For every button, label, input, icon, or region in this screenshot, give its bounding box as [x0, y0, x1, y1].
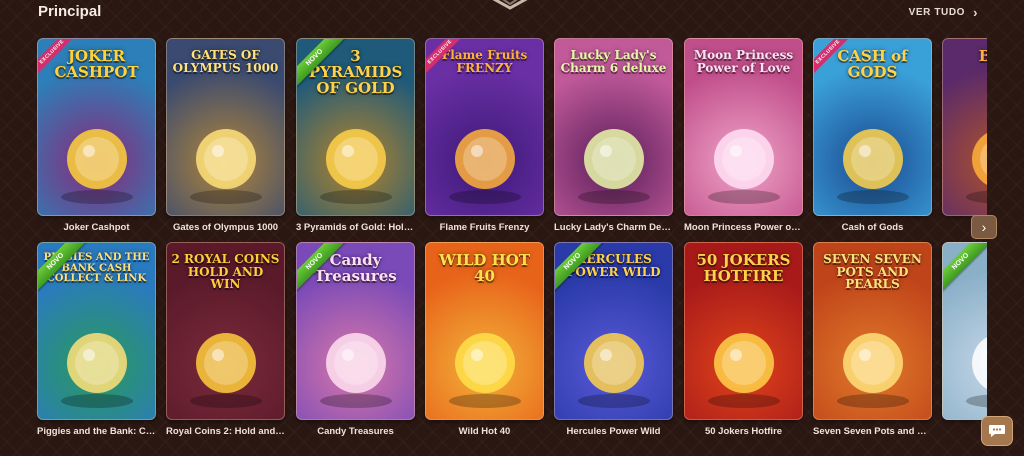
- game-artwork: [965, 336, 987, 408]
- game-tile[interactable]: Lucky Lady's Charm 6 deluxe Lucky Lady's …: [554, 38, 673, 233]
- game-logo: Lucky Lady's Charm 6 deluxe: [560, 48, 667, 75]
- chat-button[interactable]: [981, 416, 1013, 446]
- game-thumbnail[interactable]: SEVEN SEVEN POTS AND PEARLS: [813, 242, 932, 420]
- chevron-right-icon: ›: [981, 219, 987, 235]
- game-logo: CASH of GODS: [837, 47, 908, 81]
- game-artwork: [189, 129, 262, 204]
- game-logo: BO H: [947, 48, 987, 65]
- game-tile[interactable]: 50 JOKERS HOTFIRE 50 Jokers Hotfire: [684, 242, 803, 437]
- see-all-label: VER TUDO: [908, 7, 966, 18]
- game-thumbnail[interactable]: HERCULES POWER WILD NOVO: [554, 242, 673, 420]
- game-logo: SEVEN SEVEN POTS AND PEARLS: [823, 252, 922, 292]
- game-thumbnail[interactable]: CASH of GODS EXCLUSIVE: [813, 38, 932, 216]
- game-title[interactable]: Royal Coins 2: Hold and Win: [166, 426, 285, 437]
- game-thumbnail[interactable]: Moon Princess Power of Love: [684, 38, 803, 216]
- game-artwork: [60, 333, 133, 408]
- game-logo: Flame Fruits FRENZY: [441, 48, 528, 75]
- game-title[interactable]: Piggies and the Bank: Cas...: [37, 426, 156, 437]
- game-title[interactable]: 50 Jokers Hotfire: [684, 426, 803, 437]
- game-artwork: [836, 129, 909, 204]
- game-title[interactable]: Flame Fruits Frenzy: [425, 222, 544, 233]
- section-title: Principal: [38, 3, 102, 20]
- chevron-right-icon: ›: [973, 4, 978, 20]
- game-logo: 2 ROYAL COINS HOLD AND WIN: [171, 252, 280, 292]
- game-thumbnail[interactable]: PIGGIES AND THE BANK CASH COLLECT & LINK…: [37, 242, 156, 420]
- game-logo: WILD HOT 40: [438, 251, 531, 285]
- game-artwork: [965, 132, 987, 204]
- new-badge: NOVO: [943, 243, 987, 294]
- game-tile[interactable]: CASH of GODS EXCLUSIVE Cash of Gods: [813, 38, 932, 233]
- game-artwork: [577, 333, 650, 408]
- game-title[interactable]: Lucky Lady's Charm Delu...: [554, 222, 673, 233]
- game-tile[interactable]: WILD HOT 40 Wild Hot 40: [425, 242, 544, 437]
- game-tile[interactable]: HERCULES POWER WILD NOVO Hercules Power Wi…: [554, 242, 673, 437]
- game-logo: Moon Princess Power of Love: [693, 48, 794, 75]
- game-artwork: [319, 333, 392, 408]
- game-tile[interactable]: 3 PYRAMIDS OF GOLD NOVO 3 Pyramids of Gold…: [296, 38, 415, 233]
- game-artwork: [707, 129, 780, 204]
- game-artwork: [577, 129, 650, 204]
- game-logo: GATES OF OLYMPUS 1000: [172, 48, 279, 75]
- game-thumbnail[interactable]: Candy Treasures NOVO: [296, 242, 415, 420]
- game-tile[interactable]: SEVEN SEVEN POTS AND PEARLS Seven Seven P…: [813, 242, 932, 437]
- game-title[interactable]: Wild Hot 40: [425, 426, 544, 437]
- game-thumbnail[interactable]: JOKER CASHPOT EXCLUSIVE: [37, 38, 156, 216]
- game-title[interactable]: Gates of Olympus 1000: [166, 222, 285, 233]
- carousel-next-button[interactable]: ›: [971, 215, 997, 239]
- game-title[interactable]: 3 Pyramids of Gold: Hold ...: [296, 222, 415, 233]
- see-all-link[interactable]: VER TUDO ›: [908, 4, 978, 20]
- game-artwork: [707, 333, 780, 408]
- game-title[interactable]: Joker Cashpot: [37, 222, 156, 233]
- game-tile[interactable]: Candy Treasures NOVO Candy Treasures: [296, 242, 415, 437]
- game-thumbnail[interactable]: GATES OF OLYMPUS 1000: [166, 38, 285, 216]
- game-tile[interactable]: NOVOPo: [942, 242, 987, 437]
- game-tile[interactable]: Moon Princess Power of Love Moon Princess…: [684, 38, 803, 233]
- game-title[interactable]: Cash of Gods: [813, 222, 932, 233]
- games-row-1: JOKER CASHPOT EXCLUSIVE Joker Cashpot GATES…: [37, 38, 987, 238]
- section-header: Principal VER TUDO ›: [0, 0, 1024, 30]
- game-logo: 50 JOKERS HOTFIRE: [696, 251, 791, 285]
- games-row-2: PIGGIES AND THE BANK CASH COLLECT & LINK…: [37, 242, 987, 442]
- game-artwork: [60, 129, 133, 204]
- game-logo: JOKER CASHPOT: [54, 47, 139, 81]
- game-artwork: [448, 129, 521, 204]
- game-tile[interactable]: JOKER CASHPOT EXCLUSIVE Joker Cashpot: [37, 38, 156, 233]
- game-thumbnail[interactable]: BO H: [942, 38, 987, 216]
- game-tile[interactable]: Flame Fruits FRENZY EXCLUSIVE Flame Fruits…: [425, 38, 544, 233]
- game-artwork: [836, 333, 909, 408]
- game-thumbnail[interactable]: 3 PYRAMIDS OF GOLD NOVO: [296, 38, 415, 216]
- game-artwork: [319, 129, 392, 204]
- game-tile[interactable]: 2 ROYAL COINS HOLD AND WIN Royal Coins 2:…: [166, 242, 285, 437]
- game-title[interactable]: Candy Treasures: [296, 426, 415, 437]
- game-tile[interactable]: BO H: [942, 38, 987, 222]
- crossed-swords-icon: [492, 0, 528, 10]
- game-tile[interactable]: PIGGIES AND THE BANK CASH COLLECT & LINK…: [37, 242, 156, 437]
- game-thumbnail[interactable]: Flame Fruits FRENZY EXCLUSIVE: [425, 38, 544, 216]
- game-thumbnail[interactable]: NOVO: [942, 242, 987, 420]
- game-thumbnail[interactable]: 2 ROYAL COINS HOLD AND WIN: [166, 242, 285, 420]
- game-tile[interactable]: GATES OF OLYMPUS 1000 Gates of Olympus 10…: [166, 38, 285, 233]
- game-title[interactable]: Hercules Power Wild: [554, 426, 673, 437]
- game-title[interactable]: Moon Princess Power of L...: [684, 222, 803, 233]
- game-thumbnail[interactable]: Lucky Lady's Charm 6 deluxe: [554, 38, 673, 216]
- chat-icon: [989, 425, 1005, 437]
- game-artwork: [448, 333, 521, 408]
- game-thumbnail[interactable]: WILD HOT 40: [425, 242, 544, 420]
- game-title[interactable]: Seven Seven Pots and Pe...: [813, 426, 932, 437]
- game-artwork: [189, 333, 262, 408]
- game-thumbnail[interactable]: 50 JOKERS HOTFIRE: [684, 242, 803, 420]
